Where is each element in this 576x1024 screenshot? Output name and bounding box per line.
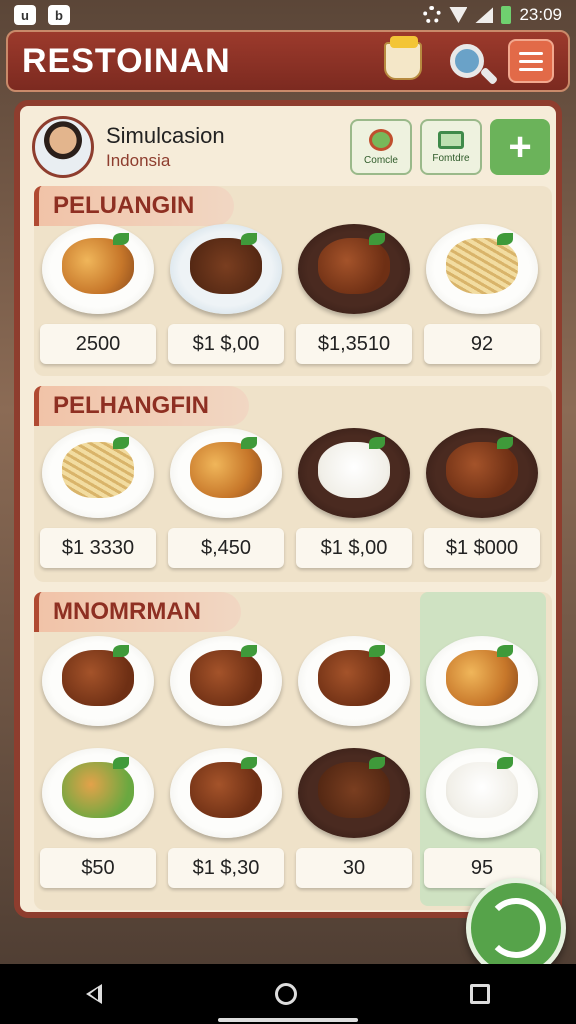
menu-section: PELUANGIN 2500 $1 $,00 $1,3510 92 bbox=[34, 186, 552, 376]
dish-price: $1 3330 bbox=[40, 528, 156, 568]
navigation-bar bbox=[0, 964, 576, 1024]
refresh-icon bbox=[486, 898, 546, 958]
dish-card[interactable]: $1 $,00 bbox=[164, 224, 288, 364]
section-title: PELUANGIN bbox=[34, 186, 235, 226]
dish-card[interactable]: 2500 bbox=[36, 224, 160, 364]
dish-card[interactable]: 30 bbox=[292, 748, 416, 888]
dish-card[interactable]: 95 bbox=[420, 748, 544, 888]
status-bar: u b 23:09 bbox=[0, 0, 576, 30]
dish-image bbox=[426, 224, 538, 314]
dish-image bbox=[298, 636, 410, 726]
menu-section: MNOMRMAN $50 $1 $,30 30 95 bbox=[34, 592, 552, 910]
comcle-button[interactable]: Comcle bbox=[350, 119, 412, 175]
dish-price: 30 bbox=[296, 848, 412, 888]
dish-price: $1 $,00 bbox=[168, 324, 284, 364]
dish-image bbox=[42, 748, 154, 838]
dish-price: $1 $000 bbox=[424, 528, 540, 568]
dish-card[interactable]: $,450 bbox=[164, 428, 288, 568]
dish-price: $,450 bbox=[168, 528, 284, 568]
wifi-icon bbox=[449, 7, 468, 23]
app-title: RESTOINAN bbox=[22, 41, 231, 80]
dish-image bbox=[298, 748, 410, 838]
dish-image bbox=[426, 748, 538, 838]
dish-image bbox=[170, 748, 282, 838]
battery-icon bbox=[501, 6, 512, 24]
fomtdre-button[interactable]: Fomtdre bbox=[420, 119, 482, 175]
menu-icon bbox=[508, 39, 554, 83]
comcle-label: Comcle bbox=[364, 154, 398, 166]
dish-image bbox=[426, 636, 538, 726]
dish-price: 2500 bbox=[40, 324, 156, 364]
app-notification-icon: b bbox=[48, 5, 70, 25]
dish-card[interactable]: $1,3510 bbox=[292, 224, 416, 364]
profile-subtitle: Indonsia bbox=[106, 151, 171, 170]
dish-card[interactable]: $50 bbox=[36, 748, 160, 888]
gesture-pill bbox=[218, 1018, 358, 1022]
status-time: 23:09 bbox=[519, 5, 562, 24]
dish-card[interactable]: $1 $000 bbox=[420, 428, 544, 568]
refresh-fab-button[interactable] bbox=[466, 878, 566, 978]
avatar[interactable] bbox=[32, 116, 94, 178]
signal-icon bbox=[475, 7, 494, 23]
dish-image bbox=[170, 428, 282, 518]
back-icon[interactable] bbox=[86, 984, 103, 1004]
dish-image bbox=[298, 224, 410, 314]
menu-panel: Simulcasion Indonsia Comcle Fomtdre + PE… bbox=[14, 100, 562, 918]
dish-price: $1 $,00 bbox=[296, 528, 412, 568]
menu-button[interactable] bbox=[508, 38, 554, 84]
fomtdre-label: Fomtdre bbox=[432, 152, 470, 164]
dish-image bbox=[42, 636, 154, 726]
dish-card[interactable] bbox=[292, 636, 416, 726]
app-header: RESTOINAN bbox=[6, 30, 570, 92]
profile-name: Simulcasion bbox=[106, 123, 225, 148]
section-title: MNOMRMAN bbox=[34, 592, 241, 632]
search-icon[interactable] bbox=[444, 38, 490, 84]
section-title: PELHANGFIN bbox=[34, 386, 249, 426]
dish-image bbox=[42, 428, 154, 518]
dish-card[interactable]: $1 $,00 bbox=[292, 428, 416, 568]
dish-image bbox=[298, 428, 410, 518]
dish-price: $50 bbox=[40, 848, 156, 888]
menu-section: PELHANGFIN $1 3330 $,450 $1 $,00 $1 $000 bbox=[34, 386, 552, 582]
dish-image bbox=[426, 428, 538, 518]
dish-image bbox=[170, 224, 282, 314]
dish-card[interactable]: $1 3330 bbox=[36, 428, 160, 568]
home-icon[interactable] bbox=[274, 983, 297, 1005]
settings-icon bbox=[423, 6, 442, 24]
profile-row: Simulcasion Indonsia Comcle Fomtdre + bbox=[32, 114, 550, 180]
dish-image bbox=[170, 636, 282, 726]
dish-price: $1,3510 bbox=[296, 324, 412, 364]
add-button[interactable]: + bbox=[490, 119, 550, 175]
dish-price: $1 $,30 bbox=[168, 848, 284, 888]
app-notification-icon: u bbox=[14, 5, 36, 25]
dish-card[interactable]: $1 $,30 bbox=[164, 748, 288, 888]
recent-apps-icon[interactable] bbox=[469, 984, 490, 1004]
dish-price: 92 bbox=[424, 324, 540, 364]
target-icon bbox=[369, 128, 393, 151]
dish-card[interactable] bbox=[420, 636, 544, 726]
dish-card[interactable]: 92 bbox=[420, 224, 544, 364]
tray-icon bbox=[438, 130, 464, 149]
dish-image bbox=[42, 224, 154, 314]
dish-card[interactable] bbox=[36, 636, 160, 726]
cup-icon[interactable] bbox=[380, 36, 426, 84]
dish-card[interactable] bbox=[164, 636, 288, 726]
